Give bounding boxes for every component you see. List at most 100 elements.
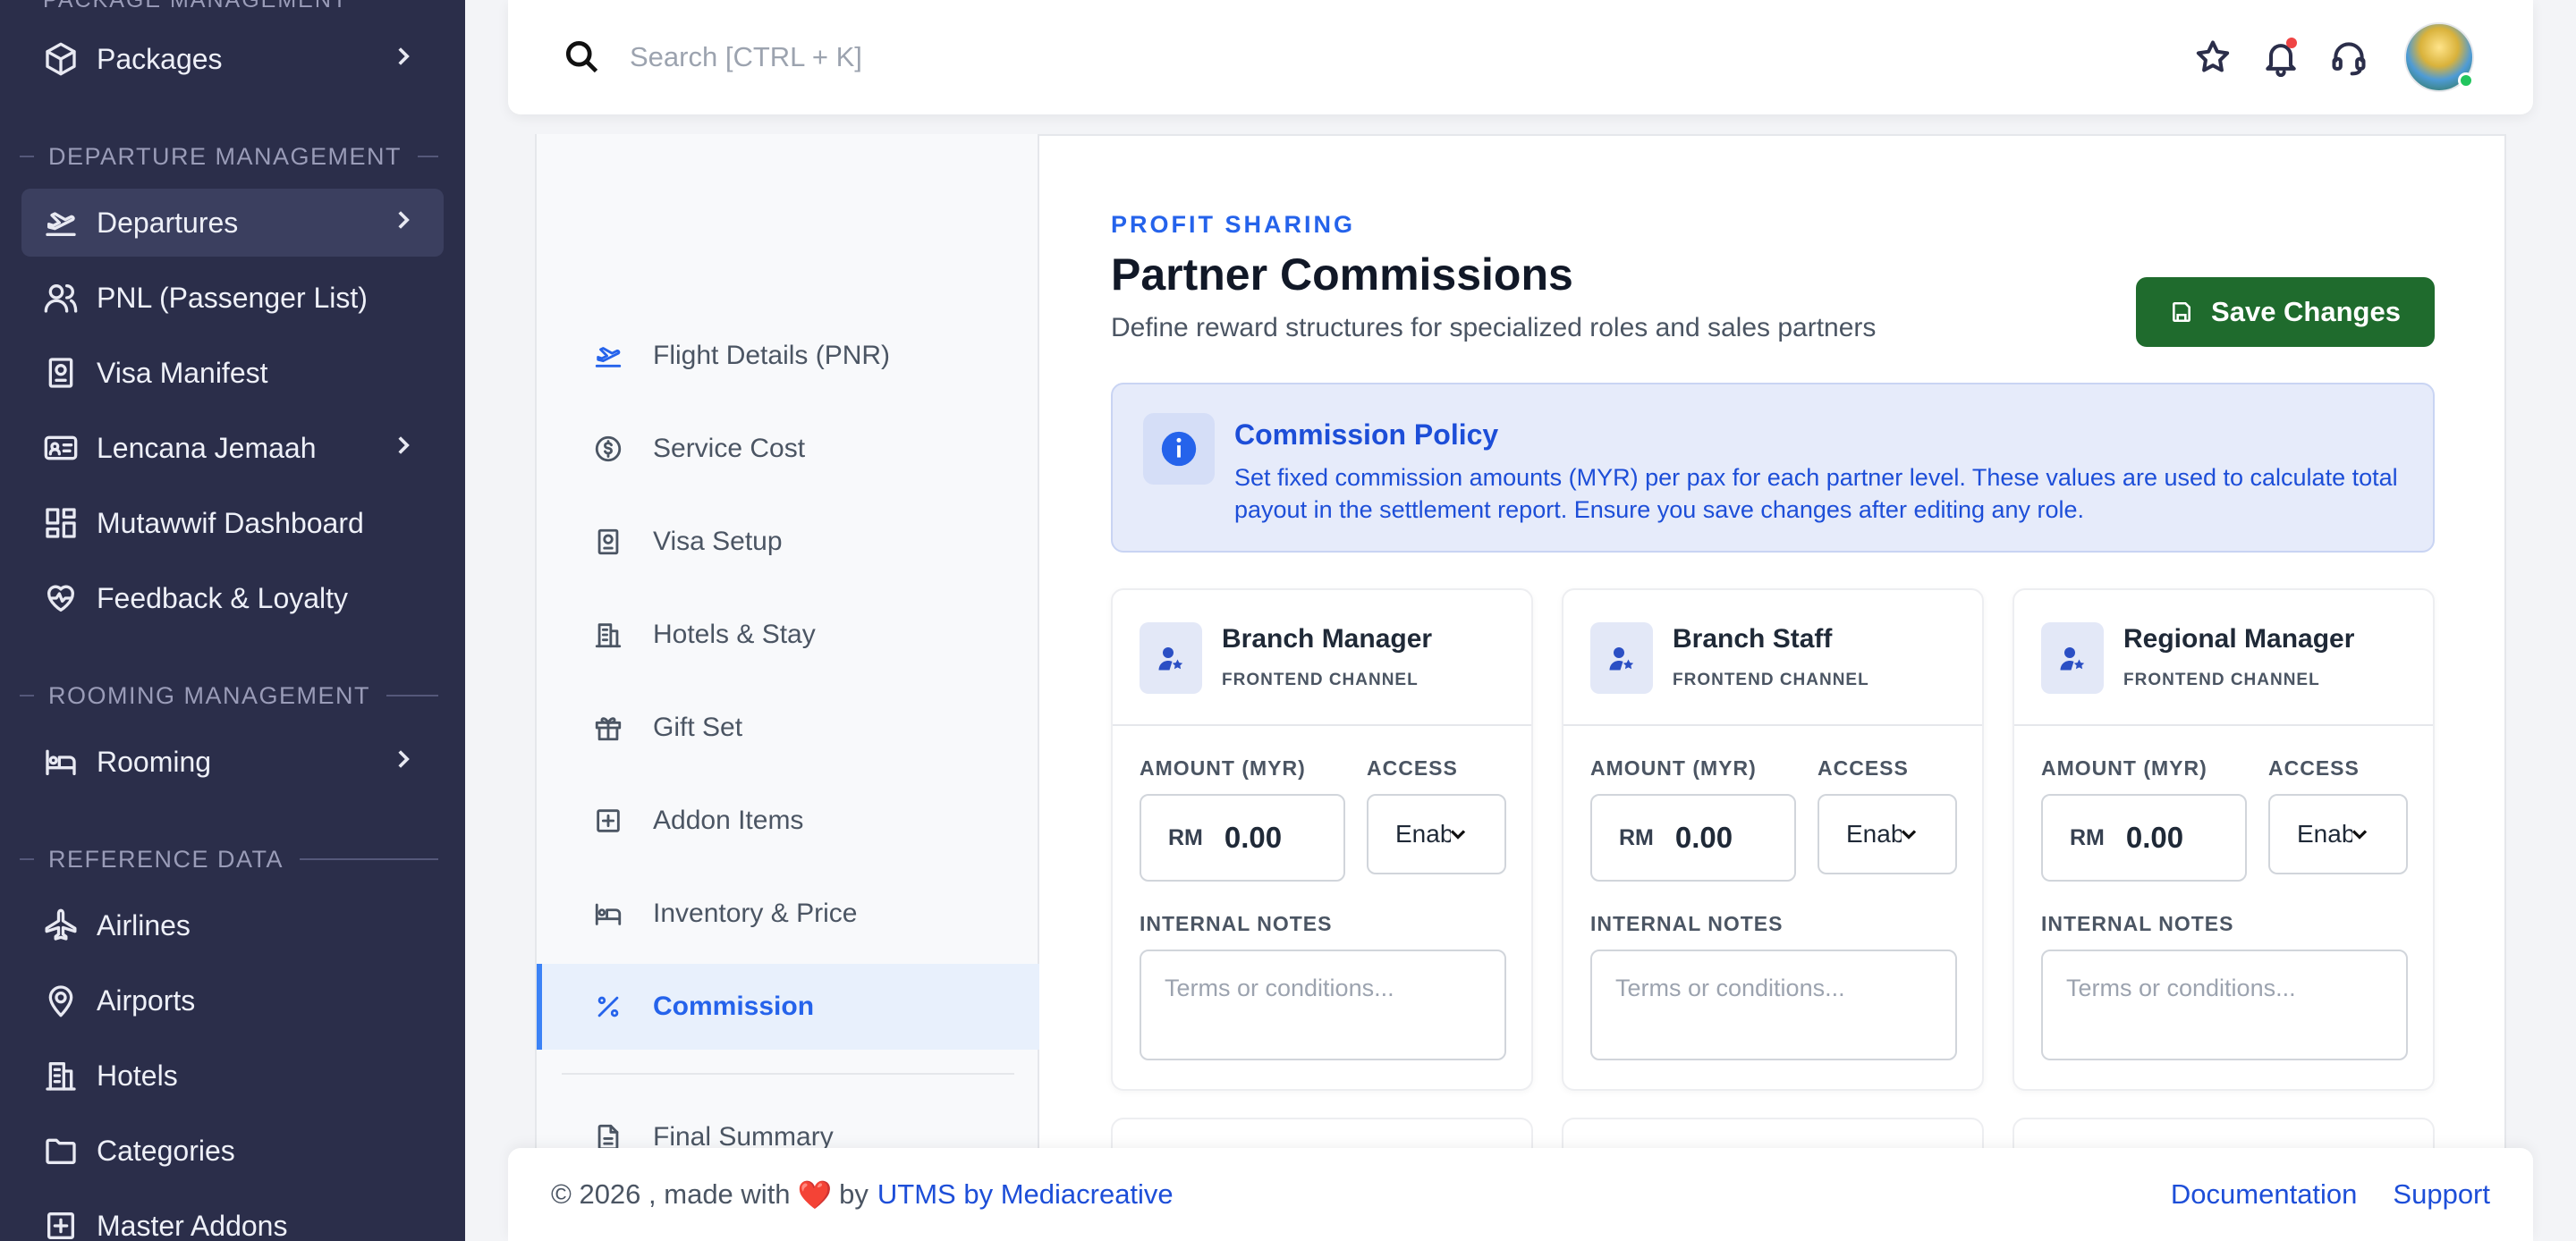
access-select[interactable]: Enabled	[1818, 794, 1957, 874]
step-gift-set[interactable]: Gift Set	[537, 685, 1039, 771]
headset-icon[interactable]	[2326, 34, 2372, 80]
plane-departure-icon	[41, 203, 80, 242]
step-label: Addon Items	[653, 806, 804, 835]
user-badge-icon	[2041, 622, 2104, 694]
building-icon	[590, 617, 626, 653]
sidebar-item-label: Rooming	[97, 745, 212, 778]
policy-body: Set fixed commission amounts (MYR) per p…	[1234, 464, 2398, 523]
currency-prefix: RM	[1619, 824, 1654, 850]
internal-notes-textarea[interactable]	[1590, 950, 1957, 1060]
heart-icon: ❤️	[797, 1178, 833, 1211]
plane-icon	[41, 906, 80, 945]
notes-label: INTERNAL NOTES	[1140, 912, 1333, 935]
passport-icon	[590, 524, 626, 560]
access-label: ACCESS	[2268, 756, 2360, 780]
access-value: Enabled	[1846, 820, 1902, 848]
divider	[562, 1073, 1014, 1075]
amount-label: AMOUNT (MYR)	[1140, 756, 1306, 780]
bell-icon[interactable]	[2258, 34, 2304, 80]
amount-input[interactable]	[2125, 821, 2233, 855]
step-flight-details[interactable]: Flight Details (PNR)	[537, 313, 1039, 399]
sidebar-item-mutawwif[interactable]: Mutawwif Dashboard	[21, 489, 444, 557]
step-label: Service Cost	[653, 434, 806, 463]
access-label: ACCESS	[1367, 756, 1458, 780]
plus-square-icon	[590, 803, 626, 839]
step-addon-items[interactable]: Addon Items	[537, 778, 1039, 864]
user-badge-icon	[1140, 622, 1202, 694]
sidebar-item-departures[interactable]: Departures	[21, 189, 444, 257]
package-editor-card: Flight Details (PNR) Service Cost Visa S…	[535, 134, 2506, 1171]
amount-input[interactable]	[1674, 821, 1783, 855]
sidebar-item-label: Categories	[97, 1134, 235, 1167]
sidebar-item-packages[interactable]: Packages	[21, 25, 444, 93]
step-visa-setup[interactable]: Visa Setup	[537, 499, 1039, 585]
step-label: Hotels & Stay	[653, 620, 816, 649]
gift-icon	[590, 710, 626, 746]
amount-field[interactable]: RM	[1140, 794, 1345, 882]
role-name: Branch Staff	[1673, 624, 1833, 654]
amount-input[interactable]	[1224, 821, 1332, 855]
search-input[interactable]	[630, 41, 1435, 73]
bed-icon	[590, 896, 626, 932]
chevron-down-icon	[2351, 830, 2368, 840]
id-card-icon	[41, 428, 80, 468]
save-button-label: Save Changes	[2211, 296, 2401, 327]
sidebar-item-lencana[interactable]: Lencana Jemaah	[21, 414, 444, 482]
footer-copyright: © 2026 , made with ❤️ by UTMS by Mediacr…	[551, 1178, 1174, 1211]
step-commission[interactable]: Commission	[537, 964, 1039, 1050]
sidebar-item-label: Mutawwif Dashboard	[97, 506, 364, 539]
role-channel: FRONTEND CHANNEL	[2123, 671, 2320, 689]
user-avatar[interactable]	[2404, 22, 2474, 92]
role-card-header: Branch Staff FRONTEND CHANNEL	[1563, 590, 1982, 726]
amount-label: AMOUNT (MYR)	[2041, 756, 2207, 780]
brand-link[interactable]: UTMS by Mediacreative	[877, 1178, 1174, 1211]
role-name: Branch Manager	[1222, 624, 1433, 654]
search-icon[interactable]	[562, 37, 603, 78]
step-service-cost[interactable]: Service Cost	[537, 406, 1039, 492]
sidebar-item-label: Airports	[97, 984, 196, 1017]
plane-departure-icon	[590, 338, 626, 374]
access-select[interactable]: Enabled	[1367, 794, 1506, 874]
info-icon	[1143, 413, 1215, 485]
sidebar-item-label: Departures	[97, 206, 239, 239]
sidebar-item-label: Visa Manifest	[97, 356, 268, 389]
section-label: Departure Management	[48, 142, 402, 170]
step-inventory-price[interactable]: Inventory & Price	[537, 871, 1039, 957]
sidebar-item-label: PNL (Passenger List)	[97, 281, 368, 314]
step-label: Inventory & Price	[653, 899, 858, 928]
step-hotels-stay[interactable]: Hotels & Stay	[537, 592, 1039, 678]
by-text: by	[839, 1178, 869, 1210]
notes-label: INTERNAL NOTES	[1590, 912, 1784, 935]
save-changes-button[interactable]: Save Changes	[2136, 277, 2435, 347]
sidebar: PACKAGE MANAGEMENT Packages Departure Ma…	[0, 0, 465, 1241]
internal-notes-textarea[interactable]	[1140, 950, 1506, 1060]
sidebar-item-rooming[interactable]: Rooming	[21, 728, 444, 796]
amount-label: AMOUNT (MYR)	[1590, 756, 1757, 780]
sidebar-item-label: Feedback & Loyalty	[97, 581, 349, 614]
sidebar-item-pnl[interactable]: PNL (Passenger List)	[21, 264, 444, 332]
sidebar-item-hotels[interactable]: Hotels	[21, 1042, 444, 1110]
access-select[interactable]: Enabled	[2268, 794, 2408, 874]
support-link[interactable]: Support	[2393, 1178, 2490, 1211]
sidebar-item-master-addons[interactable]: Master Addons	[21, 1192, 444, 1241]
amount-field[interactable]: RM	[2041, 794, 2247, 882]
role-card-branch-staff: Branch Staff FRONTEND CHANNEL AMOUNT (MY…	[1562, 588, 1984, 1091]
star-icon[interactable]	[2190, 34, 2236, 80]
sidebar-item-airports[interactable]: Airports	[21, 967, 444, 1034]
save-icon	[2173, 301, 2190, 323]
sidebar-item-airlines[interactable]: Airlines	[21, 891, 444, 959]
internal-notes-textarea[interactable]	[2041, 950, 2408, 1060]
commission-policy-alert: Commission Policy Set fixed commission a…	[1111, 383, 2435, 553]
building-icon	[41, 1056, 80, 1095]
documentation-link[interactable]: Documentation	[2171, 1178, 2358, 1211]
role-channel: FRONTEND CHANNEL	[1222, 671, 1419, 689]
sidebar-item-visa-manifest[interactable]: Visa Manifest	[21, 339, 444, 407]
amount-field[interactable]: RM	[1590, 794, 1796, 882]
sidebar-item-categories[interactable]: Categories	[21, 1117, 444, 1185]
chevron-right-icon	[388, 41, 424, 77]
sidebar-item-feedback[interactable]: Feedback & Loyalty	[21, 564, 444, 632]
folder-icon	[41, 1131, 80, 1170]
sidebar-section-departure: Departure Management	[0, 139, 465, 174]
coin-icon	[590, 431, 626, 467]
role-card-header: Regional Manager FRONTEND CHANNEL	[2014, 590, 2433, 726]
